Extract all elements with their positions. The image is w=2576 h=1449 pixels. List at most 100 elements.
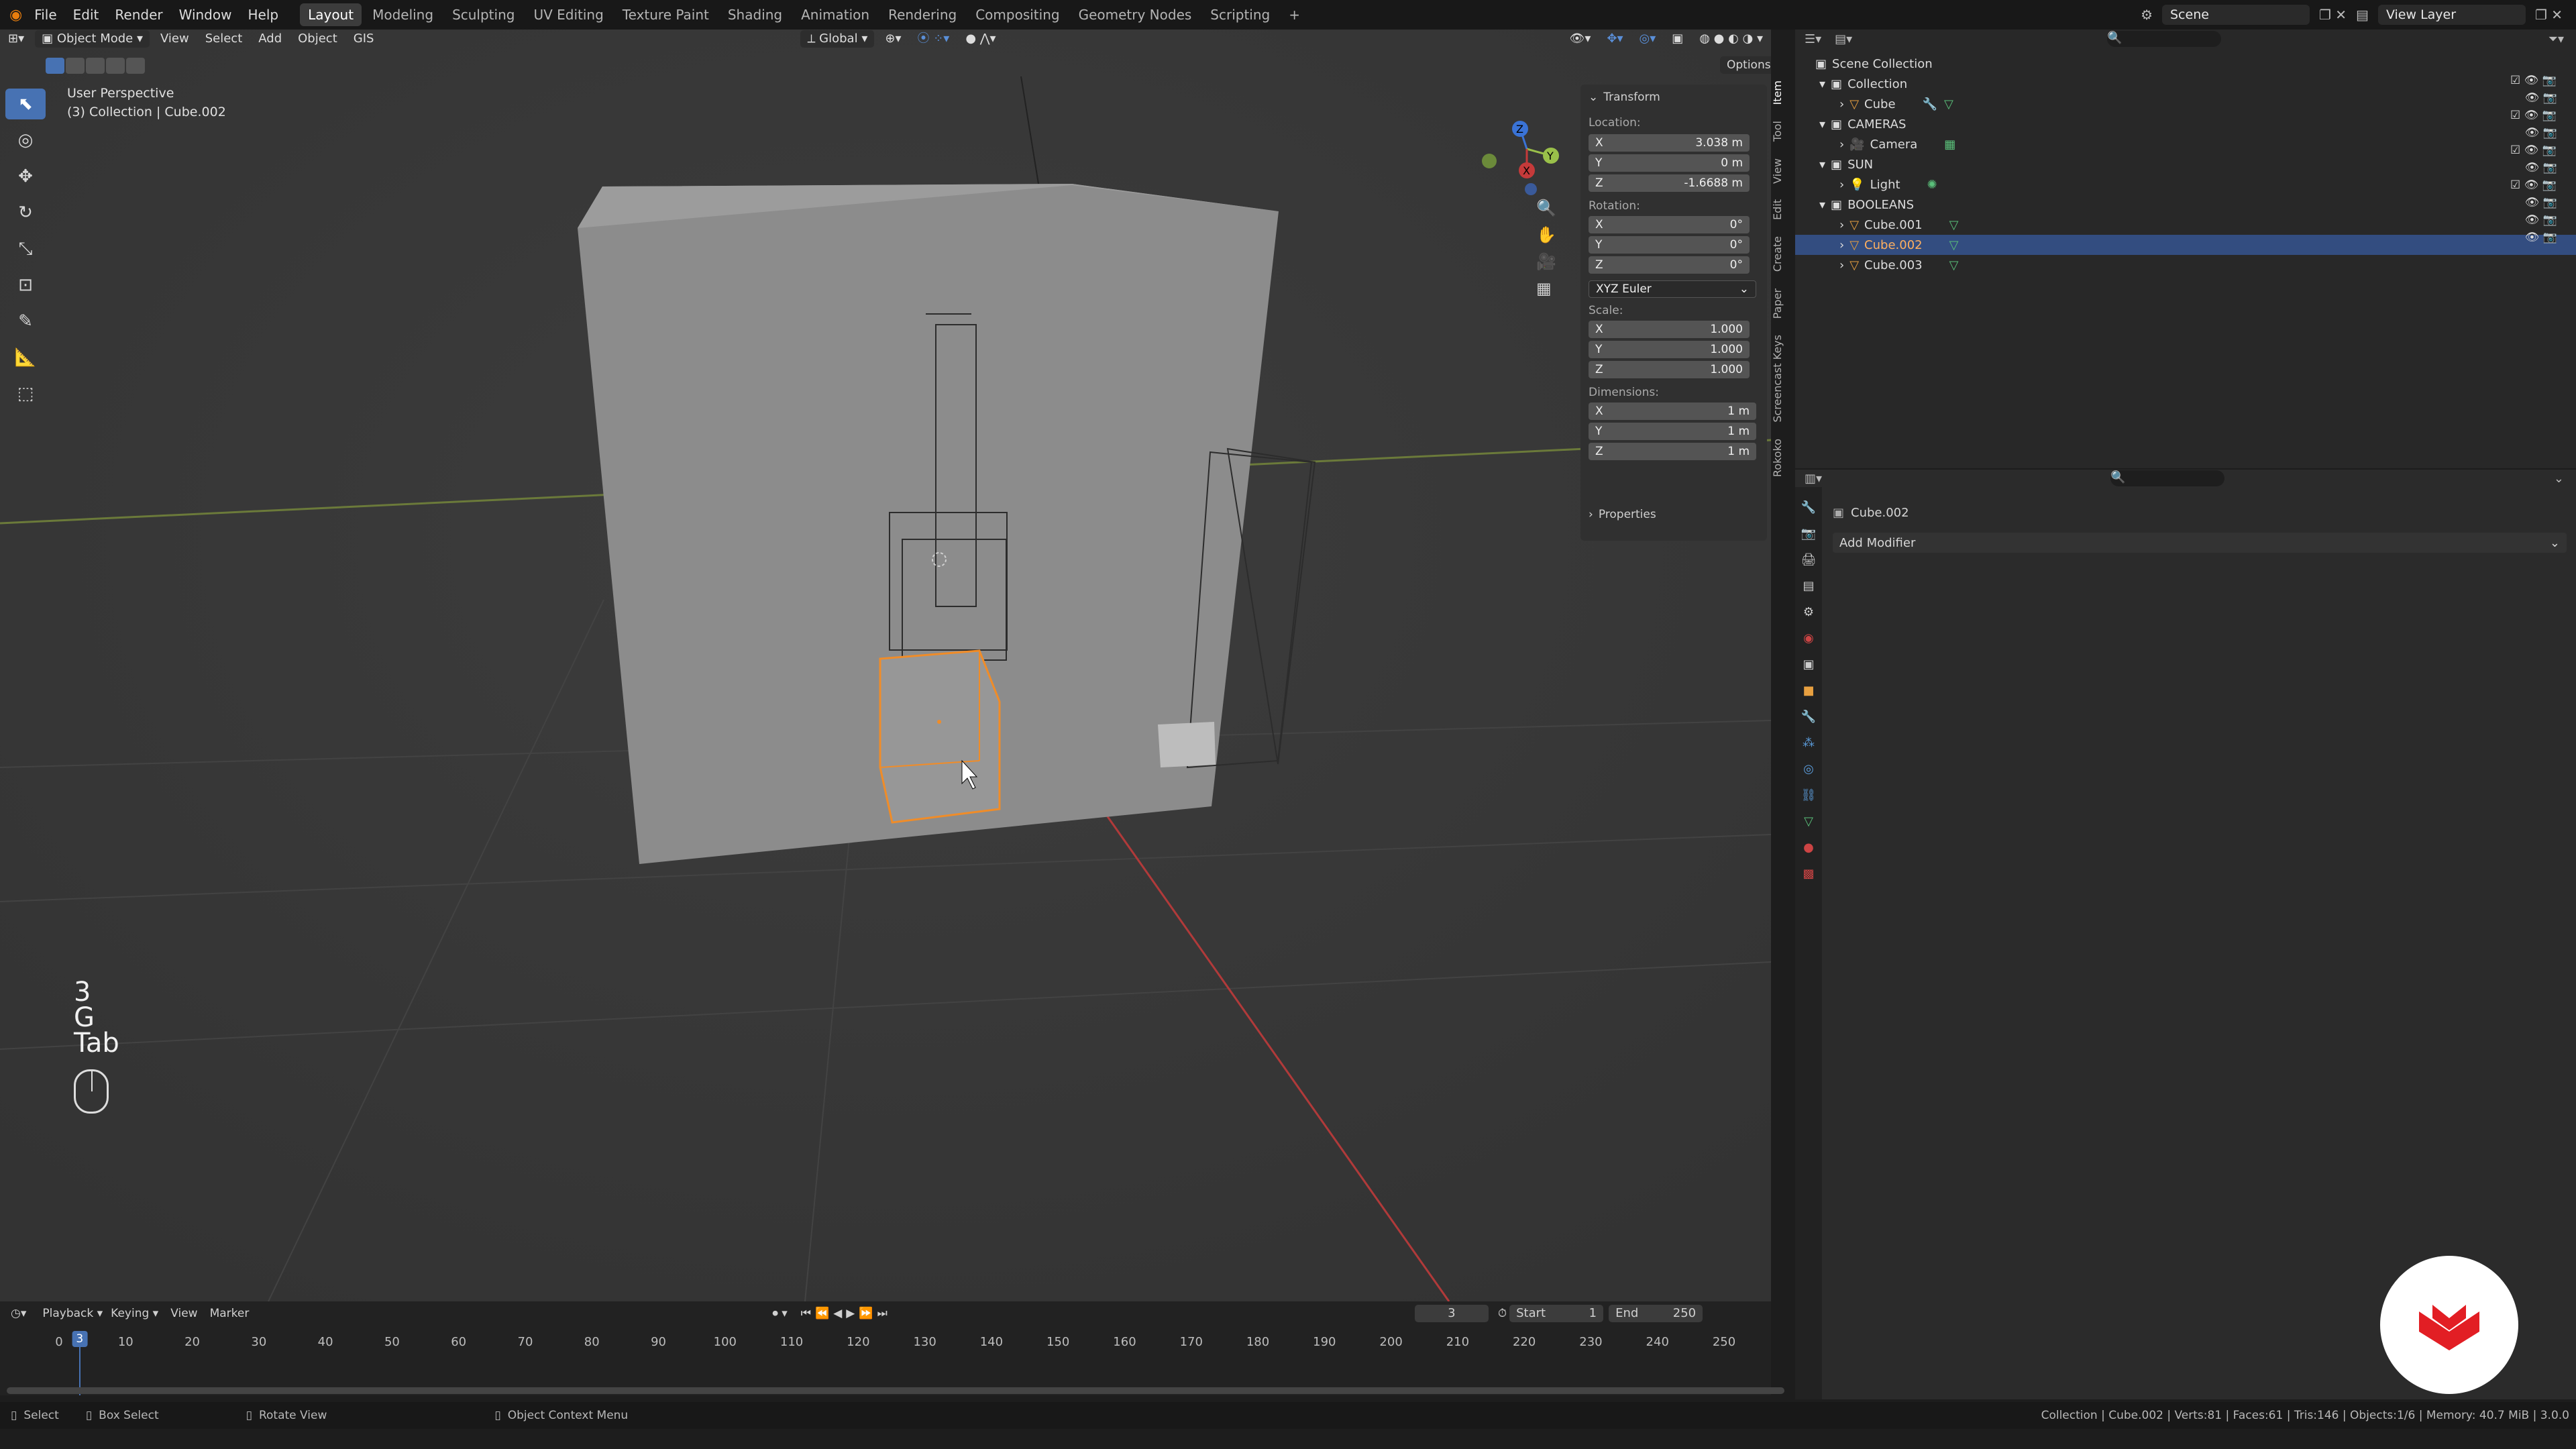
scale-tool-icon[interactable]: ⤡	[5, 233, 46, 264]
scene-field[interactable]: Scene	[2162, 5, 2310, 25]
ortho-grid-icon[interactable]: ▦	[1536, 279, 1556, 298]
menu-add[interactable]: Add	[250, 30, 290, 48]
tab-texture-paint[interactable]: Texture Paint	[614, 3, 717, 26]
tab-tool[interactable]: Tool	[1771, 121, 1784, 142]
expand-icon[interactable]: ›	[1839, 138, 1844, 152]
outliner-row-cameras[interactable]: ▾ ▣ CAMERAS	[1795, 114, 2576, 134]
object-tab-icon[interactable]: ■	[1803, 684, 1814, 698]
tab-rokoko[interactable]: Rokoko	[1771, 439, 1784, 477]
overlay-toggle-icon[interactable]: ◎▾	[1631, 30, 1664, 48]
exclude-checkbox-icon[interactable]: ☑ 👁 📷	[2510, 74, 2557, 87]
pivot-icon[interactable]: ⊕▾	[877, 30, 909, 48]
display-mode-icon[interactable]: ▤▾	[1835, 32, 1852, 46]
timeline[interactable]: ◷▾ Playback ▾ Keying ▾ View Marker ⏺ ▾ ⏮…	[0, 1301, 1784, 1395]
mode-dropdown[interactable]: ▣ Object Mode ▾	[35, 30, 150, 48]
tab-geometry-nodes[interactable]: Geometry Nodes	[1071, 3, 1200, 26]
cursor-tool-icon[interactable]: ◎	[5, 125, 46, 156]
editor-type-icon[interactable]: ⊞▾	[0, 30, 32, 48]
select-invert-icon[interactable]	[106, 58, 125, 74]
scene-collection-row[interactable]: ▣ Scene Collection	[1795, 54, 2576, 74]
eye-icon[interactable]: 👁 📷	[2510, 161, 2557, 174]
expand-icon[interactable]: ›	[1839, 218, 1844, 232]
xray-icon[interactable]: ▣	[1664, 30, 1691, 48]
snap-icon[interactable]: ⦿ ⁘▾	[909, 30, 957, 48]
menu-file[interactable]: File	[26, 0, 64, 30]
transform-tool-icon[interactable]: ⊡	[5, 270, 46, 301]
location-y-field[interactable]: Y 0 m	[1589, 154, 1750, 172]
world-tab-icon[interactable]: ◉	[1803, 631, 1814, 645]
constraints-tab-icon[interactable]: ⛓	[1801, 788, 1817, 802]
measure-tool-icon[interactable]: 📐	[5, 342, 46, 373]
eye-icon[interactable]: 👁 📷	[2510, 91, 2557, 105]
select-new-icon[interactable]	[46, 58, 64, 74]
menu-edit[interactable]: Edit	[65, 0, 107, 30]
proportional-edit-icon[interactable]: ● ⋀▾	[957, 30, 1004, 48]
orientation-dropdown[interactable]: ⟂ Global ▾	[800, 30, 875, 48]
tab-rendering[interactable]: Rendering	[880, 3, 965, 26]
tab-paper[interactable]: Paper	[1771, 288, 1784, 319]
exclude-checkbox-icon[interactable]: ☑ 👁 📷	[2510, 109, 2557, 122]
selected-cube-002[interactable]	[879, 649, 1001, 824]
tab-view[interactable]: View	[1771, 158, 1784, 184]
move-tool-icon[interactable]: ✥	[5, 161, 46, 192]
eye-icon[interactable]: 👁 📷	[2510, 231, 2557, 244]
shading-modes-icon[interactable]: ◍ ● ◐ ◑ ▾	[1691, 30, 1771, 48]
3d-viewport[interactable]: ⊞▾ ▣ Object Mode ▾ View Select Add Objec…	[0, 30, 1771, 1301]
rotate-tool-icon[interactable]: ↻	[5, 197, 46, 228]
tab-create[interactable]: Create	[1771, 236, 1784, 272]
properties-search-input[interactable]: 🔍	[2110, 470, 2225, 486]
rotation-x-field[interactable]: X 0°	[1589, 216, 1750, 233]
pan-hand-icon[interactable]: ✋	[1536, 225, 1556, 244]
menu-render[interactable]: Render	[107, 0, 170, 30]
dimension-x-field[interactable]: X 1 m	[1589, 402, 1756, 420]
eye-icon[interactable]: 👁 📷	[2510, 126, 2557, 140]
tab-item[interactable]: Item	[1771, 80, 1784, 105]
outliner-row-light[interactable]: › 💡 Light ✺	[1795, 174, 2576, 195]
tab-layout[interactable]: Layout	[300, 3, 362, 26]
menu-window[interactable]: Window	[171, 0, 240, 30]
add-workspace-button[interactable]: +	[1281, 3, 1308, 26]
select-intersect-icon[interactable]	[126, 58, 145, 74]
expand-icon[interactable]: ▾	[1819, 77, 1825, 91]
tab-sculpting[interactable]: Sculpting	[444, 3, 523, 26]
tab-uv-editing[interactable]: UV Editing	[525, 3, 611, 26]
view-layer-icon[interactable]: ▤	[2356, 7, 2369, 23]
filter-icon[interactable]: ⏷▾	[2548, 32, 2564, 46]
timeline-scrollbar[interactable]	[7, 1387, 1784, 1394]
cube-003[interactable]	[1158, 722, 1216, 767]
physics-tab-icon[interactable]: ◎	[1803, 762, 1814, 776]
options-dropdown[interactable]: Options	[1720, 56, 1771, 74]
expand-icon[interactable]: ›	[1839, 178, 1844, 192]
expand-icon[interactable]: ›	[1839, 238, 1844, 252]
outliner-row-collection[interactable]: ▾ ▣ Collection	[1795, 74, 2576, 94]
particles-tab-icon[interactable]: ⁂	[1803, 736, 1815, 750]
outliner-row-sun[interactable]: ▾ ▣ SUN	[1795, 154, 2576, 174]
add-cube-tool-icon[interactable]: ⬚	[5, 378, 46, 409]
expand-icon[interactable]: ▾	[1819, 198, 1825, 212]
zoom-icon[interactable]: 🔍	[1536, 199, 1556, 217]
expand-icon[interactable]: ▾	[1819, 117, 1825, 131]
menu-select[interactable]: Select	[197, 30, 251, 48]
expand-icon[interactable]: ▾	[1819, 158, 1825, 172]
rotation-mode-dropdown[interactable]: XYZ Euler ⌄	[1589, 280, 1756, 298]
texture-tab-icon[interactable]: ▩	[1803, 867, 1814, 881]
output-tab-icon[interactable]: 🖨	[1801, 553, 1817, 567]
transform-header[interactable]: ⌄ Transform	[1589, 89, 1759, 106]
outliner-row-booleans[interactable]: ▾ ▣ BOOLEANS	[1795, 195, 2576, 215]
tab-edit[interactable]: Edit	[1771, 199, 1784, 220]
rotation-y-field[interactable]: Y 0°	[1589, 236, 1750, 254]
tab-animation[interactable]: Animation	[793, 3, 877, 26]
select-tool-icon[interactable]: ⬉	[5, 89, 46, 119]
scene-icon[interactable]: ⚙	[2141, 7, 2153, 23]
tab-shading[interactable]: Shading	[720, 3, 790, 26]
editor-type-icon[interactable]: ☰▾	[1805, 32, 1821, 46]
tab-scripting[interactable]: Scripting	[1202, 3, 1278, 26]
menu-gis[interactable]: GIS	[345, 30, 382, 48]
eye-icon[interactable]: 👁 📷	[2510, 196, 2557, 209]
tab-screencast-keys[interactable]: Screencast Keys	[1771, 335, 1784, 423]
blender-logo-icon[interactable]: ◉	[9, 7, 22, 23]
scale-z-field[interactable]: Z 1.000	[1589, 361, 1750, 378]
modifier-tab-icon[interactable]: 🔧	[1801, 710, 1816, 724]
outliner-row-cube-002[interactable]: › ▽ Cube.002 ▽	[1795, 235, 2576, 255]
new-scene-icon[interactable]: ❐ ✕	[2319, 7, 2347, 23]
